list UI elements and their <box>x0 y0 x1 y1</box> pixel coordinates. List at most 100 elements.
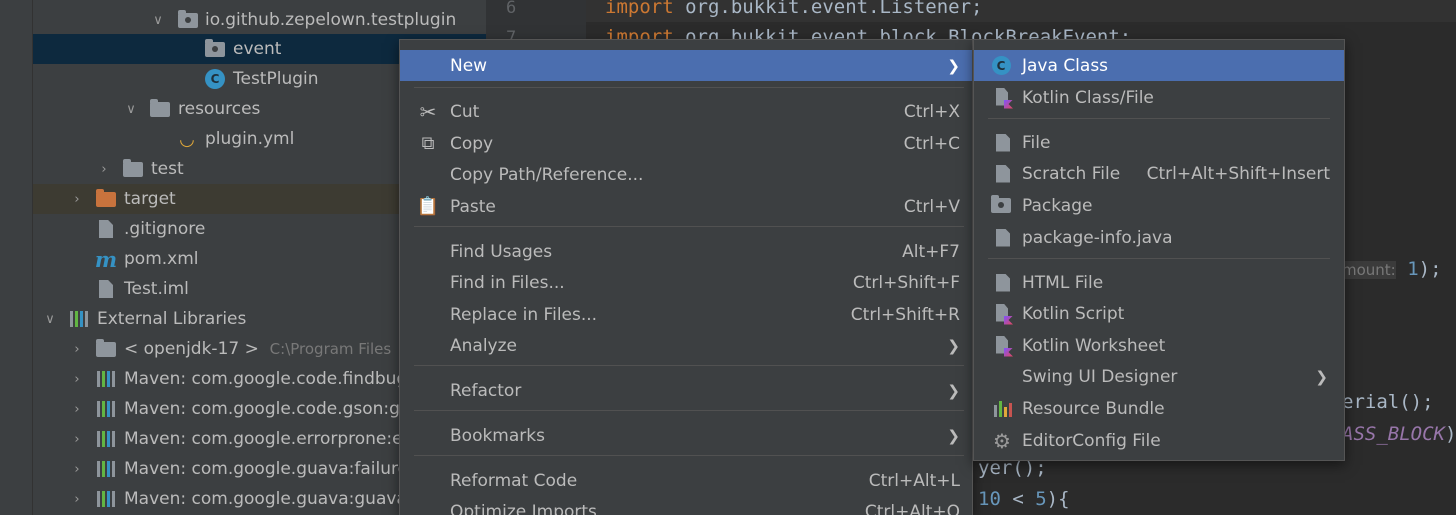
kotlin-script-icon <box>992 303 1014 325</box>
submenu-item-package-info[interactable]: package-info.java <box>974 222 1344 253</box>
menu-item-label: Copy <box>450 133 494 154</box>
menu-item-label: Kotlin Class/File <box>1022 87 1154 108</box>
library-icon <box>96 399 116 419</box>
folder-icon <box>123 158 143 179</box>
menu-item-label: Find Usages <box>450 241 553 262</box>
code-line[interactable]: erial(); <box>1342 391 1434 413</box>
chevron-right-icon: ❯ <box>947 426 960 445</box>
menu-item-label: HTML File <box>1022 272 1104 293</box>
chevron-right-icon: ❯ <box>947 381 960 400</box>
menu-item-label: Kotlin Script <box>1022 303 1125 324</box>
menu-item-optimize-imports[interactable]: Optimize Imports Ctrl+Alt+O <box>400 496 972 515</box>
tree-item-label: pom.xml <box>124 249 199 269</box>
chevron-down-icon[interactable]: ∨ <box>151 13 165 28</box>
menu-item-shortcut: Ctrl+Shift+R <box>850 304 960 325</box>
tree-item-label: Maven: com.google.code.gson:gson <box>124 399 430 419</box>
copy-icon: ⧉ <box>421 133 435 154</box>
submenu-item-scratch-file[interactable]: Scratch File Ctrl+Alt+Shift+Insert <box>974 158 1344 189</box>
menu-item-analyze[interactable]: Analyze ❯ <box>400 330 972 361</box>
menu-item-label: Reformat Code <box>450 470 578 491</box>
code-line[interactable]: mount: 1); <box>1342 258 1442 280</box>
menu-separator <box>414 365 964 366</box>
menu-item-reformat-code[interactable]: Reformat Code Ctrl+Alt+L <box>400 465 972 496</box>
jdk-path-hint: C:\Program Files <box>269 340 392 358</box>
submenu-item-file[interactable]: File <box>974 127 1344 158</box>
chevron-right-icon[interactable]: › <box>70 462 84 477</box>
menu-item-shortcut: Ctrl+Shift+F <box>852 272 960 293</box>
chevron-right-icon[interactable]: › <box>70 492 84 507</box>
menu-separator <box>988 258 1330 259</box>
tree-item-label: External Libraries <box>97 309 247 329</box>
chevron-right-icon[interactable]: › <box>70 432 84 447</box>
menu-item-find-usages[interactable]: Find Usages Alt+F7 <box>400 236 972 267</box>
menu-item-label: Package <box>1022 195 1093 216</box>
menu-item-shortcut: Ctrl+Alt+Shift+Insert <box>1146 163 1330 184</box>
tree-item-label: target <box>124 189 176 209</box>
package-icon <box>178 9 198 30</box>
menu-separator <box>414 226 964 227</box>
submenu-item-package[interactable]: Package <box>974 190 1344 221</box>
chevron-down-icon[interactable]: ∨ <box>43 312 57 327</box>
jdk-folder-icon <box>96 338 116 359</box>
chevron-right-icon[interactable]: › <box>97 162 111 177</box>
menu-item-label: Optimize Imports <box>450 501 597 515</box>
menu-separator <box>414 410 964 411</box>
menu-item-replace-in-files[interactable]: Replace in Files... Ctrl+Shift+R <box>400 299 972 330</box>
menu-item-shortcut: Ctrl+V <box>903 196 960 217</box>
java-file-icon <box>992 227 1014 249</box>
chevron-down-icon[interactable]: ∨ <box>124 102 138 117</box>
yaml-file-icon: ◡ <box>179 128 195 150</box>
chevron-right-icon[interactable]: › <box>70 402 84 417</box>
menu-item-find-in-files[interactable]: Find in Files... Ctrl+Shift+F <box>400 267 972 298</box>
code-line[interactable]: ASS_BLOCK) <box>1342 423 1456 445</box>
menu-item-refactor[interactable]: Refactor ❯ <box>400 375 972 406</box>
tree-item-label: plugin.yml <box>205 129 295 149</box>
code-line[interactable]: import org.bukkit.event.Listener; <box>605 0 983 18</box>
scratch-file-icon <box>992 163 1014 185</box>
menu-item-label: Swing UI Designer <box>1022 366 1178 387</box>
tree-item-package[interactable]: ∨ io.github.zepelown.testplugin <box>33 5 486 35</box>
menu-item-label: Paste <box>450 196 496 217</box>
tree-item-label: TestPlugin <box>233 69 319 89</box>
menu-item-bookmarks[interactable]: Bookmarks ❯ <box>400 420 972 451</box>
menu-separator <box>988 118 1330 119</box>
submenu-item-editorconfig[interactable]: ⚙ EditorConfig File <box>974 425 1344 456</box>
tree-item-label: < openjdk-17 > C:\Program Files <box>124 339 392 359</box>
menu-item-label: Find in Files... <box>450 272 565 293</box>
menu-item-cut[interactable]: ✂ Cut Ctrl+X <box>400 96 972 127</box>
tree-item-label: io.github.zepelown.testplugin <box>205 10 457 30</box>
maven-icon: m <box>94 246 118 272</box>
gear-icon: ⚙ <box>993 428 1011 453</box>
menu-item-paste[interactable]: 📋 Paste Ctrl+V <box>400 191 972 222</box>
tree-item-label: .gitignore <box>124 219 206 239</box>
html-file-icon <box>992 272 1014 294</box>
kotlin-worksheet-icon <box>992 335 1014 357</box>
chevron-right-icon[interactable]: › <box>70 372 84 387</box>
library-icon <box>96 369 116 389</box>
submenu-item-resource-bundle[interactable]: Resource Bundle <box>974 393 1344 424</box>
module-file-icon <box>96 279 116 299</box>
chevron-right-icon[interactable]: › <box>70 342 84 357</box>
menu-item-copy-path[interactable]: Copy Path/Reference... <box>400 159 972 190</box>
menu-item-label: Replace in Files... <box>450 304 598 325</box>
excluded-folder-icon <box>96 188 116 209</box>
menu-item-copy[interactable]: ⧉ Copy Ctrl+C <box>400 128 972 159</box>
submenu-item-html-file[interactable]: HTML File <box>974 267 1344 298</box>
code-line[interactable]: 10 < 5){ <box>978 488 1070 510</box>
menu-item-new[interactable]: New ❯ <box>400 50 972 81</box>
submenu-item-kotlin-script[interactable]: Kotlin Script <box>974 298 1344 329</box>
menu-item-label: Refactor <box>450 380 522 401</box>
menu-item-label: Resource Bundle <box>1022 398 1165 419</box>
tree-item-label: Test.iml <box>124 279 189 299</box>
submenu-item-swing-ui-designer[interactable]: Swing UI Designer ❯ <box>974 361 1344 392</box>
chevron-right-icon[interactable]: › <box>70 192 84 207</box>
line-number: 6 <box>506 0 517 18</box>
submenu-item-java-class[interactable]: C Java Class <box>974 50 1344 81</box>
submenu-item-kotlin-class[interactable]: Kotlin Class/File <box>974 82 1344 113</box>
tree-gutter <box>0 0 33 515</box>
submenu-item-kotlin-worksheet[interactable]: Kotlin Worksheet <box>974 330 1344 361</box>
java-class-icon: C <box>205 69 225 89</box>
tree-item-label: event <box>233 39 282 59</box>
menu-item-shortcut: Ctrl+Alt+O <box>864 501 960 515</box>
menu-item-label: Kotlin Worksheet <box>1022 335 1166 356</box>
